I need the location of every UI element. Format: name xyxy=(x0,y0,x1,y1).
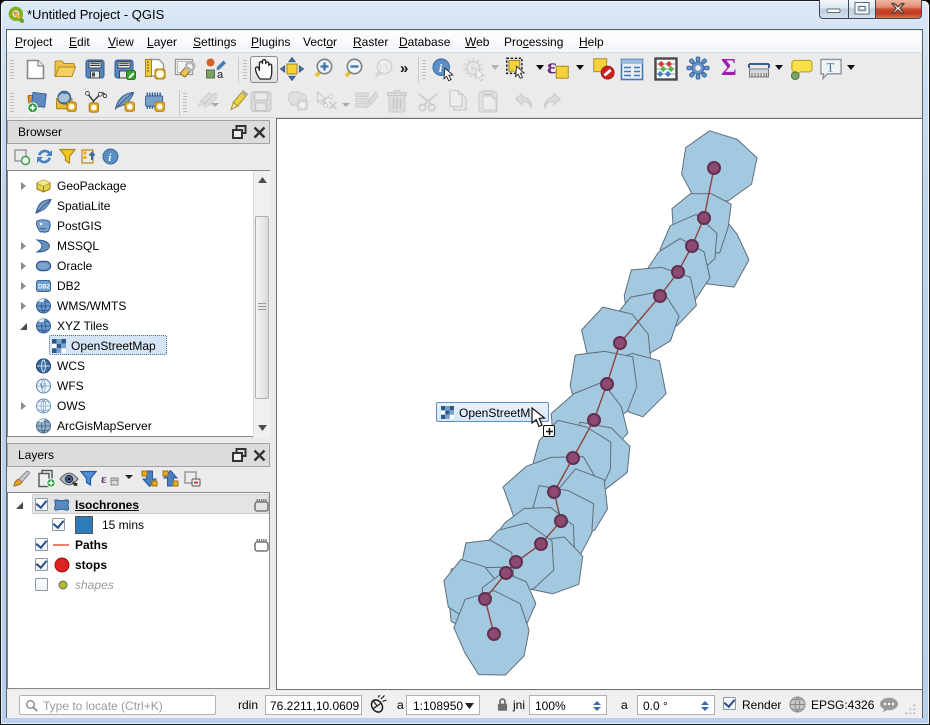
svg-text:ε: ε xyxy=(101,471,107,486)
svg-text:V: V xyxy=(40,382,46,391)
svg-text:a: a xyxy=(217,69,224,80)
svg-text:ε: ε xyxy=(547,55,556,79)
svg-text:DB2: DB2 xyxy=(38,285,51,291)
svg-text:1:1: 1:1 xyxy=(379,65,389,72)
svg-text:T: T xyxy=(827,60,835,74)
